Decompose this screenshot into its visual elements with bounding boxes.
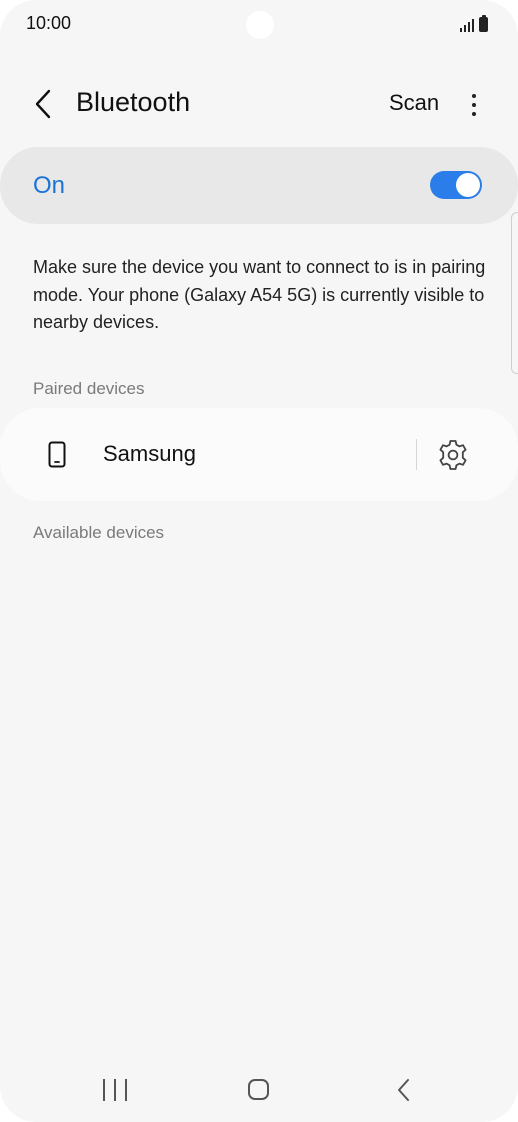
chevron-left-icon [35,89,51,119]
device-name: Samsung [103,441,196,466]
pairing-description: Make sure the device you want to connect… [33,257,486,332]
battery-icon [479,15,488,32]
gear-icon[interactable] [436,438,470,472]
status-time: 10:00 [26,13,72,33]
dot-icon [472,103,476,107]
available-devices-header: Available devices [33,523,165,542]
paired-device-item[interactable]: Samsung [0,408,518,501]
camera-cutout [246,11,274,39]
bluetooth-toggle[interactable] [430,171,482,199]
scroll-indicator[interactable] [511,212,518,374]
scan-button[interactable]: Scan [389,90,439,116]
divider [416,439,417,470]
phone-screen: 10:00 Bluetooth Scan On Make sure the de… [0,0,518,1122]
signal-icon [460,18,474,32]
nav-back-button[interactable] [396,1078,412,1102]
dot-icon [472,112,476,116]
bluetooth-master-switch[interactable]: On [0,147,518,224]
dot-icon [472,94,476,98]
back-button[interactable] [28,86,58,122]
status-icons [460,14,488,32]
paired-devices-header: Paired devices [33,379,145,398]
more-options-button[interactable] [462,88,486,122]
recent-apps-button[interactable] [103,1079,127,1101]
switch-label: On [33,172,66,199]
phone-icon [48,441,66,468]
toggle-knob [456,173,480,197]
home-button[interactable] [248,1079,269,1100]
page-title: Bluetooth [76,87,191,117]
